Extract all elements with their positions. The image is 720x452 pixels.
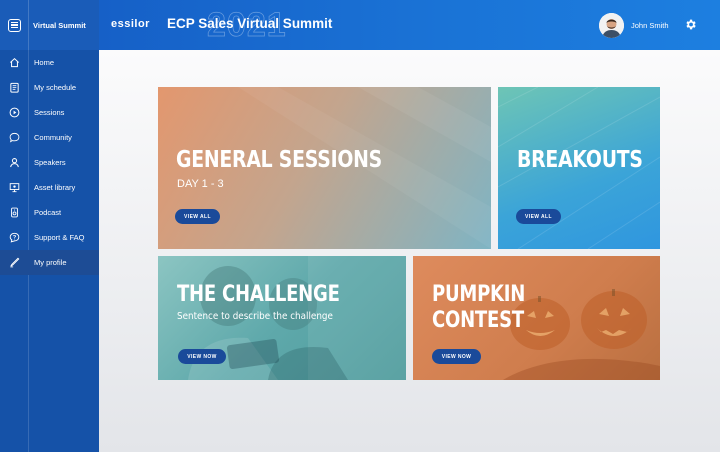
sidebar-item-label: Podcast — [34, 208, 62, 217]
pen-icon — [0, 257, 29, 268]
sidebar-item-podcast[interactable]: Podcast — [0, 200, 99, 225]
sidebar-item-label: Community — [34, 133, 72, 142]
main-content: GENERAL SESSIONS DAY 1 - 3 VIEW ALL BREA… — [99, 50, 720, 452]
card-title: BREAKOUTS — [517, 147, 643, 173]
card-title-line-1: PUMPKIN — [432, 282, 526, 307]
card-title: GENERAL SESSIONS — [176, 147, 383, 173]
play-icon — [0, 107, 29, 118]
view-now-button[interactable]: VIEW NOW — [432, 349, 481, 364]
view-all-button[interactable]: VIEW ALL — [516, 209, 561, 224]
card-subtitle: DAY 1 - 3 — [177, 178, 224, 190]
sidebar-item-sessions[interactable]: Sessions — [0, 100, 99, 125]
pumpkin-contest-card[interactable]: PUMPKIN CONTEST VIEW NOW — [413, 256, 660, 380]
page-title: ECP Sales Virtual Summit — [167, 16, 333, 31]
presentation-icon — [0, 182, 29, 193]
sidebar-item-my-schedule[interactable]: My schedule — [0, 75, 99, 100]
card-subtitle: Sentence to describe the challenge — [177, 311, 333, 322]
avatar[interactable] — [599, 13, 624, 38]
sidebar-item-speakers[interactable]: Speakers — [0, 150, 99, 175]
user-name[interactable]: John Smith — [631, 21, 669, 30]
home-icon — [0, 57, 29, 68]
sidebar: Virtual Summit Home My schedule Sessions… — [0, 0, 99, 452]
breakouts-card[interactable]: BREAKOUTS VIEW ALL — [498, 87, 660, 249]
speaker-icon — [0, 207, 29, 218]
sidebar-item-home[interactable]: Home — [0, 50, 99, 75]
sidebar-item-my-profile[interactable]: My profile — [0, 250, 99, 275]
sidebar-nav: Home My schedule Sessions Community Spea… — [0, 50, 99, 452]
card-title-line-2: CONTEST — [432, 308, 524, 333]
challenge-card[interactable]: THE CHALLENGE Sentence to describe the c… — [158, 256, 406, 380]
sidebar-item-label: My profile — [34, 258, 67, 267]
person-icon — [0, 157, 29, 168]
brand-logo: essilor — [111, 18, 150, 30]
sidebar-item-label: My schedule — [34, 83, 77, 92]
sidebar-item-community[interactable]: Community — [0, 125, 99, 150]
view-all-button[interactable]: VIEW ALL — [175, 209, 220, 224]
sidebar-item-asset-library[interactable]: Asset library — [0, 175, 99, 200]
hamburger-icon — [7, 18, 21, 32]
sidebar-header: Virtual Summit — [0, 0, 99, 50]
top-header: 2021 essilor ECP Sales Virtual Summit Jo… — [99, 0, 720, 50]
card-title: THE CHALLENGE — [177, 282, 340, 307]
sidebar-item-label: Asset library — [34, 183, 76, 192]
chat-icon — [0, 132, 29, 143]
menu-toggle-button[interactable] — [0, 0, 29, 50]
sidebar-item-label: Speakers — [34, 158, 66, 167]
sidebar-item-label: Sessions — [34, 108, 65, 117]
gear-icon[interactable] — [684, 18, 697, 36]
general-sessions-card[interactable]: GENERAL SESSIONS DAY 1 - 3 VIEW ALL — [158, 87, 491, 249]
sidebar-item-support-faq[interactable]: Support & FAQ — [0, 225, 99, 250]
schedule-icon — [0, 82, 29, 93]
app-title: Virtual Summit — [33, 20, 86, 30]
view-now-button[interactable]: VIEW NOW — [178, 349, 226, 364]
help-icon — [0, 232, 29, 243]
sidebar-item-label: Home — [34, 58, 55, 67]
sidebar-item-label: Support & FAQ — [34, 233, 85, 242]
